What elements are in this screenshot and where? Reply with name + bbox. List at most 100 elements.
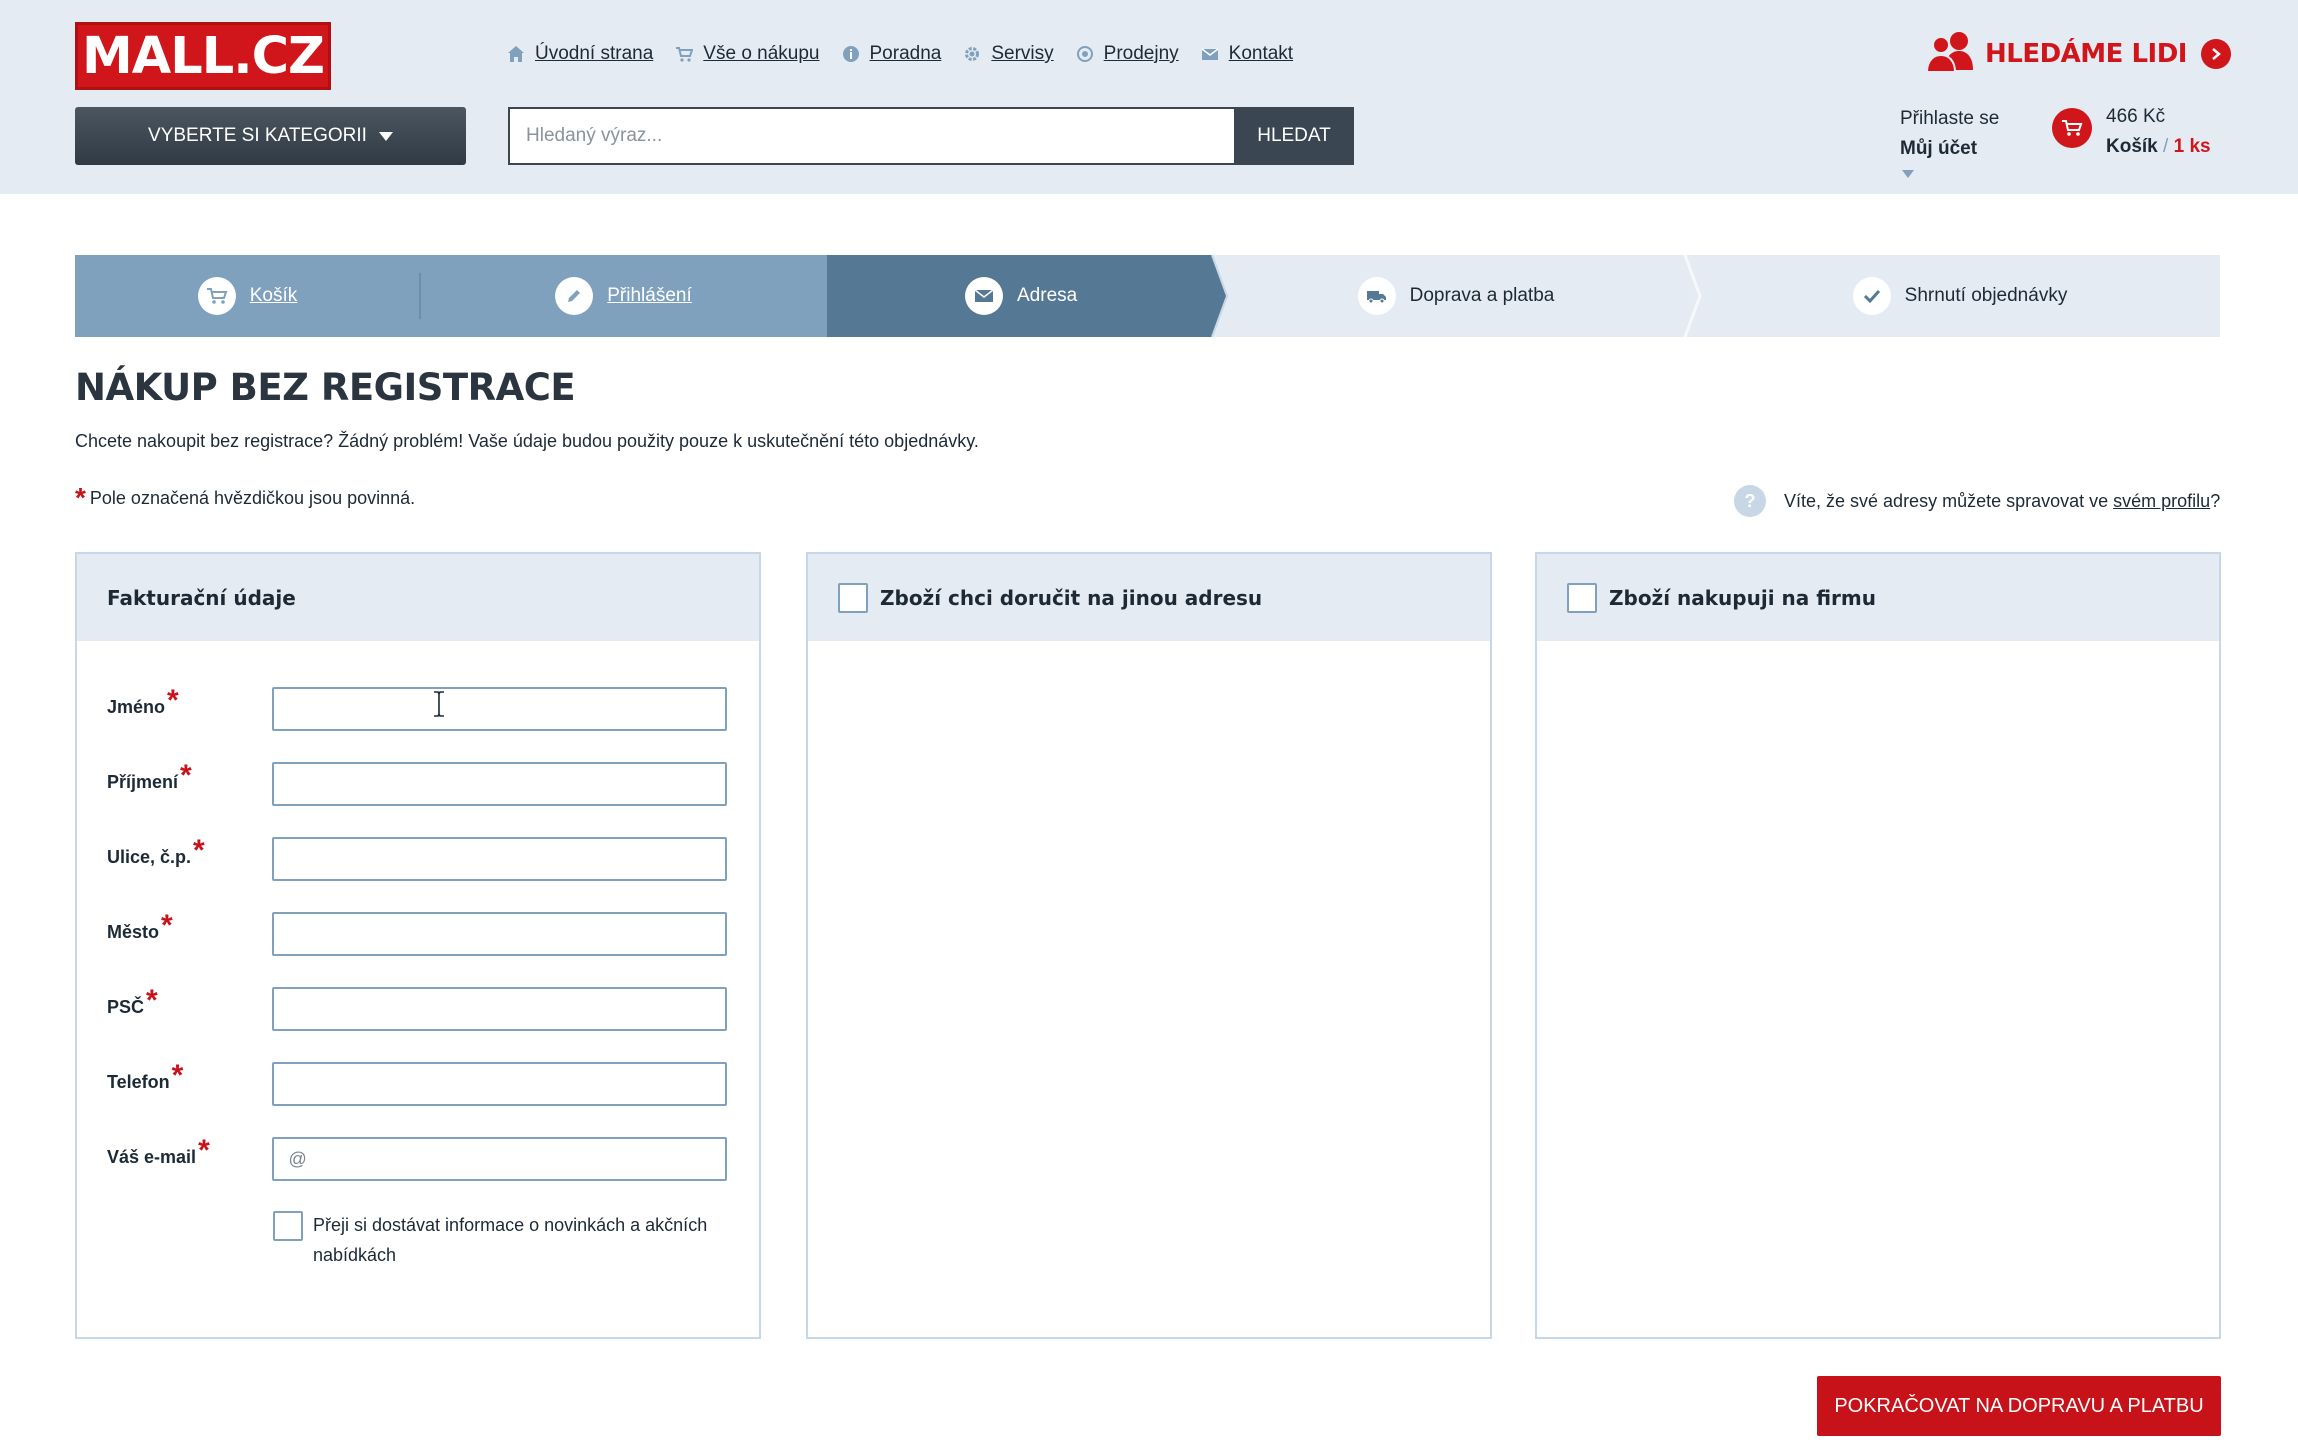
profile-link[interactable]: svém profilu	[2113, 491, 2210, 511]
newsletter-option: Přeji si dostávat informace o novinkách …	[273, 1211, 733, 1270]
step-cart[interactable]: Košík	[75, 255, 420, 337]
delivery-address-checkbox[interactable]	[838, 582, 868, 613]
step-label: Košík	[249, 285, 298, 306]
field-email: Váš e-mail *	[107, 1136, 727, 1183]
nav-item-home[interactable]: Úvodní strana	[507, 43, 653, 65]
cart-icon	[197, 277, 236, 315]
account-menu[interactable]: Přihlaste se Můj účet	[1900, 108, 1999, 178]
my-account-label: Můj účet	[1900, 138, 1978, 159]
required-star: *	[193, 834, 205, 867]
newsletter-checkbox[interactable]	[273, 1211, 303, 1241]
help-icon: ?	[1734, 485, 1766, 517]
nav-link-stores[interactable]: Prodejny	[1104, 43, 1179, 65]
first-name-input[interactable]	[272, 687, 727, 731]
tip-suffix: ?	[2210, 490, 2221, 511]
field-last-name: Příjmení *	[107, 759, 727, 808]
gear-icon	[965, 47, 980, 61]
cart-separator: /	[2163, 136, 2169, 157]
required-star: *	[180, 759, 192, 792]
required-star: *	[171, 1059, 184, 1092]
site-header: MALL.CZ Úvodní strana Vše o nákupu Porad…	[0, 0, 2298, 194]
nav-link-contact[interactable]: Kontakt	[1229, 43, 1293, 65]
step-summary: Shrnutí objednávky	[1700, 255, 2220, 337]
caret-down-icon	[1902, 170, 1914, 178]
newsletter-label: Přeji si dostávat informace o novinkách …	[313, 1215, 708, 1265]
search-input[interactable]	[510, 109, 1235, 163]
billing-panel-header: Fakturační údaje	[77, 554, 759, 641]
required-note-text: Pole označená hvězdičkou jsou povinná.	[89, 488, 416, 508]
field-zip: PSČ *	[107, 986, 727, 1033]
required-star: *	[161, 909, 173, 942]
step-address: Adresa	[827, 255, 1227, 337]
field-label: Příjmení	[107, 772, 179, 792]
nav-link-advice[interactable]: Poradna	[870, 43, 942, 65]
company-heading: Zboží nakupuji na firmu	[1609, 585, 1876, 610]
billing-heading: Fakturační údaje	[107, 585, 296, 610]
field-label: Váš e-mail	[107, 1147, 197, 1167]
envelope-icon	[965, 277, 1003, 315]
zip-input[interactable]	[272, 987, 727, 1031]
people-icon	[1925, 30, 1977, 77]
cart-count: 1 ks	[2173, 136, 2211, 157]
city-input[interactable]	[272, 912, 727, 956]
cart-label: Košík	[2106, 136, 2158, 157]
nav-link-shopping[interactable]: Vše o nákupu	[703, 43, 819, 65]
intro-text: Chcete nakoupit bez registrace? Žádný pr…	[75, 431, 979, 451]
nav-link-services[interactable]: Servisy	[991, 43, 1053, 65]
delivery-heading: Zboží chci doručit na jinou adresu	[880, 585, 1263, 610]
field-label: Ulice, č.p.	[107, 847, 192, 867]
nav-item-services[interactable]: Servisy	[963, 43, 1054, 65]
step-label: Přihlášení	[607, 285, 692, 306]
nav-item-advice[interactable]: Poradna	[842, 43, 942, 65]
email-input[interactable]	[272, 1137, 727, 1181]
cart-summary[interactable]: 466 Kč Košík / 1 ks	[2052, 106, 2211, 158]
field-label: Město	[107, 922, 160, 942]
company-panel: Zboží nakupuji na firmu	[1535, 552, 2221, 1339]
step-label: Shrnutí objednávky	[1904, 285, 2068, 306]
continue-button[interactable]: POKRAČOVAT NA DOPRAVU A PLATBU	[1817, 1376, 2221, 1436]
cart-price: 466 Kč	[2106, 106, 2166, 127]
cart-icon	[676, 47, 694, 62]
search-button[interactable]: HLEDAT	[1234, 107, 1354, 165]
field-city: Město *	[107, 909, 727, 958]
caret-down-icon	[378, 131, 393, 141]
pencil-icon	[555, 277, 594, 315]
checkout-steps: Košík Přihlášení Adresa Doprava a platba…	[75, 255, 2220, 337]
required-star: *	[167, 684, 179, 717]
text-cursor-icon	[434, 691, 444, 717]
info-icon	[842, 46, 859, 62]
delivery-panel-header: Zboží chci doručit na jinou adresu	[808, 554, 1490, 641]
phone-input[interactable]	[272, 1062, 727, 1106]
street-input[interactable]	[272, 837, 727, 881]
hiring-label: HLEDÁME LIDI	[1985, 38, 2187, 69]
step-shipping-payment: Doprava a platba	[1227, 255, 1685, 337]
required-note: * Pole označená hvězdičkou jsou povinná.	[75, 482, 416, 513]
hiring-banner[interactable]: HLEDÁME LIDI	[1925, 30, 2231, 77]
nav-item-shopping[interactable]: Vše o nákupu	[675, 43, 820, 65]
search-box	[508, 107, 1235, 165]
required-star: *	[75, 482, 86, 513]
step-label: Doprava a platba	[1409, 285, 1555, 306]
mall-logo[interactable]: MALL.CZ	[75, 22, 331, 90]
nav-link-home[interactable]: Úvodní strana	[535, 43, 653, 65]
field-street: Ulice, č.p. *	[107, 834, 727, 883]
field-phone: Telefon *	[107, 1059, 727, 1108]
step-login[interactable]: Přihlášení	[420, 255, 827, 337]
home-icon	[508, 46, 524, 62]
field-first-name: Jméno *	[107, 684, 727, 733]
tip-text: Víte, že své adresy můžete spravovat ve	[1784, 490, 2114, 511]
chevron-right-icon	[2200, 38, 2231, 69]
category-menu-button[interactable]: VYBERTE SI KATEGORII	[75, 107, 466, 165]
top-navigation: Úvodní strana Vše o nákupu Poradna Servi…	[507, 40, 1315, 68]
field-label: Jméno	[107, 697, 166, 717]
company-purchase-checkbox[interactable]	[1567, 582, 1597, 613]
logo-text: MALL.CZ	[82, 26, 325, 86]
nav-item-stores[interactable]: Prodejny	[1076, 43, 1179, 65]
nav-item-contact[interactable]: Kontakt	[1201, 43, 1293, 65]
last-name-input[interactable]	[272, 762, 727, 806]
login-prompt: Přihlaste se	[1900, 108, 2000, 129]
page-title: NÁKUP BEZ REGISTRACE	[75, 366, 576, 409]
cart-icon	[2052, 108, 2092, 148]
step-label: Adresa	[1017, 285, 1078, 306]
check-icon	[1852, 277, 1891, 315]
